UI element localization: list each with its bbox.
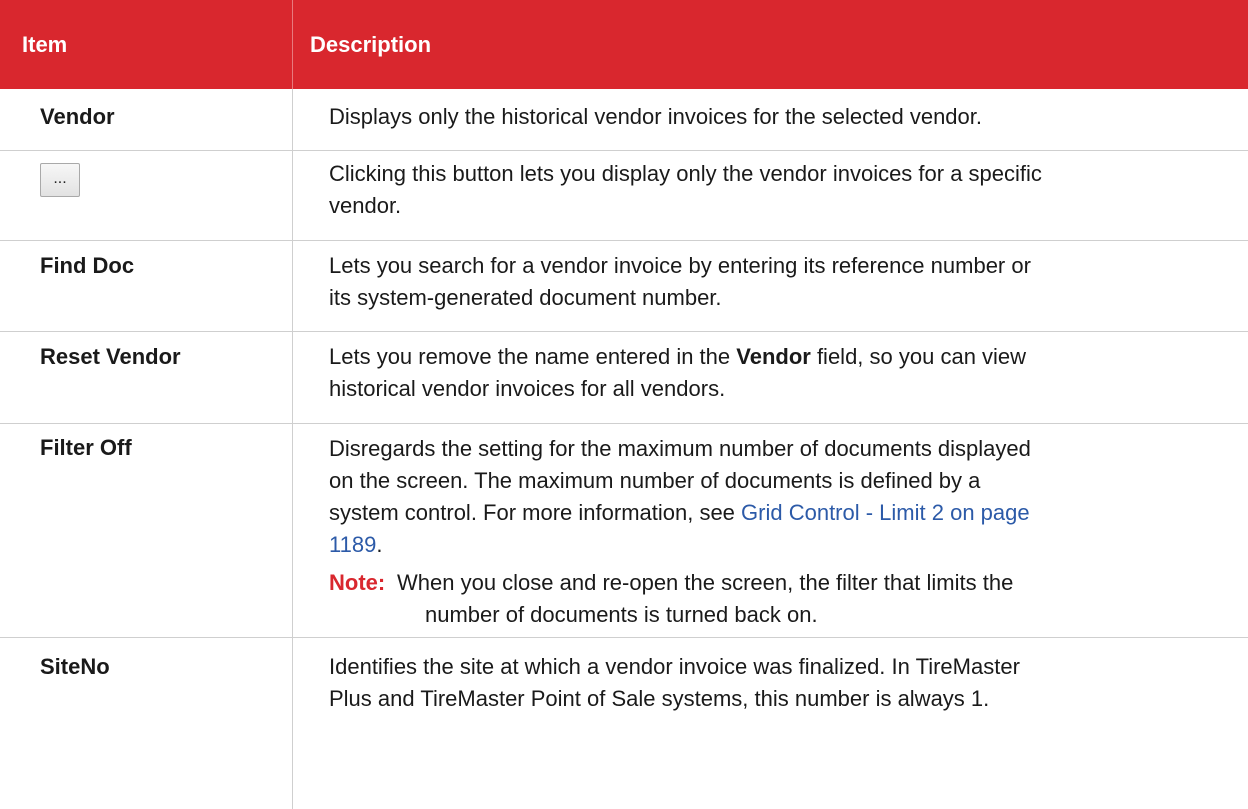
item-siteno: SiteNo — [40, 654, 110, 679]
table-row: SiteNo Identifies the site at which a ve… — [0, 637, 1248, 809]
description-column-header: Description — [310, 32, 432, 57]
description-ellipsis-button: Clicking this button lets you display on… — [329, 161, 1042, 218]
description-filter-off: Disregards the setting for the maximum n… — [329, 436, 1031, 557]
description-reset-vendor: Lets you remove the name entered in the … — [329, 344, 1027, 401]
item-vendor: Vendor — [40, 104, 115, 129]
item-reset-vendor: Reset Vendor — [40, 344, 181, 369]
header-divider — [292, 0, 293, 89]
table-row: Vendor Displays only the historical vend… — [0, 89, 1248, 151]
table-row: Find Doc Lets you search for a vendor in… — [0, 240, 1248, 332]
column-divider — [292, 331, 293, 423]
description-siteno: Identifies the site at which a vendor in… — [329, 654, 1020, 711]
item-column-header: Item — [22, 32, 68, 57]
column-divider — [292, 240, 293, 331]
column-divider — [292, 423, 293, 637]
description-find-doc: Lets you search for a vendor invoice by … — [329, 253, 1031, 310]
note-label: Note: — [329, 570, 386, 595]
table-row: ... Clicking this button lets you displa… — [0, 150, 1248, 241]
column-divider — [292, 89, 293, 150]
vendor-field-reference: Vendor — [736, 344, 811, 369]
description-vendor: Displays only the historical vendor invo… — [329, 104, 983, 129]
ellipsis-button-icon[interactable]: ... — [40, 163, 80, 197]
column-divider — [292, 637, 293, 809]
grid-control-page-link[interactable]: 1189 — [329, 532, 376, 557]
table-row: Filter Off Disregards the setting for th… — [0, 423, 1248, 638]
table-row: Reset Vendor Lets you remove the name en… — [0, 331, 1248, 424]
table-header: Item Description — [0, 0, 1248, 89]
column-divider — [292, 150, 293, 240]
grid-control-limit-2-link[interactable]: Grid Control - Limit 2 on page — [741, 500, 1030, 525]
item-filter-off: Filter Off — [40, 435, 132, 460]
item-find-doc: Find Doc — [40, 253, 135, 278]
